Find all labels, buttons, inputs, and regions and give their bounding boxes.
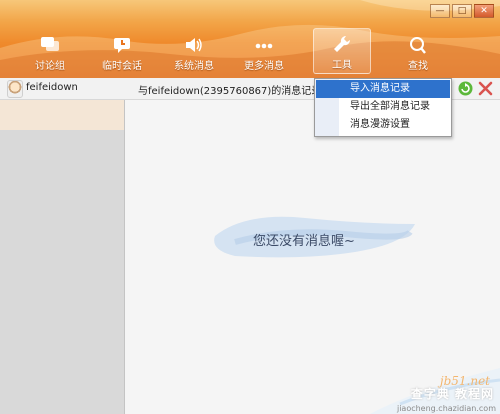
wrench-icon bbox=[334, 35, 351, 52]
contact-list-highlight bbox=[0, 100, 124, 130]
toolbar: 讨论组 临时会话 系统消息 更多消息 工具 查找 bbox=[0, 28, 460, 76]
refresh-icon[interactable] bbox=[458, 81, 473, 96]
tool-discussion-group[interactable]: 讨论组 bbox=[22, 30, 78, 74]
menu-item-label: 导出全部消息记录 bbox=[350, 101, 430, 112]
contact-list-pane[interactable] bbox=[0, 100, 125, 414]
group-chat-icon bbox=[41, 37, 59, 51]
tool-label: 查找 bbox=[408, 61, 428, 72]
avatar bbox=[7, 80, 23, 98]
tool-system-messages[interactable]: 系统消息 bbox=[166, 30, 222, 74]
speaker-icon bbox=[186, 38, 202, 52]
menu-item-export-all-history[interactable]: 导出全部消息记录 bbox=[316, 98, 450, 116]
tool-temp-chat[interactable]: 临时会话 bbox=[94, 30, 150, 74]
minimize-button[interactable]: — bbox=[430, 4, 450, 18]
delete-icon[interactable] bbox=[478, 81, 493, 96]
tool-search[interactable]: 查找 bbox=[390, 30, 446, 74]
watermark: jb51.net 查字典 教程网 jiaocheng.chazidian.com bbox=[350, 358, 500, 414]
menu-item-label: 消息漫游设置 bbox=[350, 119, 410, 130]
header: — □ ✕ 讨论组 临时会话 系统消息 更多消息 工具 查找 bbox=[0, 0, 500, 78]
tools-dropdown-menu: 导入消息记录 导出全部消息记录 消息漫游设置 bbox=[314, 78, 452, 137]
message-manager-window: — □ ✕ 讨论组 临时会话 系统消息 更多消息 工具 查找 feifeidow… bbox=[0, 0, 500, 414]
tool-label: 工具 bbox=[332, 60, 352, 71]
menu-item-import-history[interactable]: 导入消息记录 bbox=[316, 80, 450, 98]
close-button[interactable]: ✕ bbox=[474, 4, 494, 18]
watermark-domain: jiaocheng.chazidian.com bbox=[396, 404, 496, 413]
window-controls: — □ ✕ bbox=[430, 4, 494, 18]
tool-label: 临时会话 bbox=[102, 61, 142, 72]
tool-label: 讨论组 bbox=[35, 61, 65, 72]
menu-item-roaming-settings[interactable]: 消息漫游设置 bbox=[316, 116, 450, 134]
contact-name[interactable]: feifeidown bbox=[26, 82, 78, 93]
menu-item-label: 导入消息记录 bbox=[350, 83, 410, 94]
tool-label: 系统消息 bbox=[174, 61, 214, 72]
history-title: 与feifeidown(2395760867)的消息记录 bbox=[138, 86, 322, 97]
empty-state-text: 您还没有消息喔~ bbox=[253, 234, 355, 249]
search-icon bbox=[410, 37, 426, 54]
maximize-button[interactable]: □ bbox=[452, 4, 472, 18]
watermark-brand: 查字典 教程网 bbox=[410, 387, 494, 401]
temp-chat-icon bbox=[114, 38, 130, 53]
tool-more-messages[interactable]: 更多消息 bbox=[236, 30, 292, 74]
tool-tools[interactable]: 工具 bbox=[313, 28, 371, 74]
tool-label: 更多消息 bbox=[244, 61, 284, 72]
more-dots-icon bbox=[255, 43, 273, 49]
